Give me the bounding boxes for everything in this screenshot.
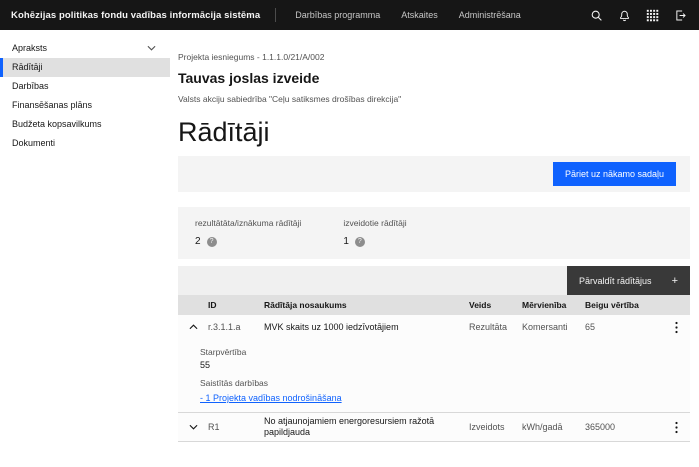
row-type: Izveidots: [469, 422, 522, 432]
project-title: Tauvas joslas izveide: [178, 71, 690, 86]
col-end-value: Beigu vērtība: [585, 300, 662, 310]
top-nav: Darbības programma Atskaites Administrēš…: [295, 10, 521, 20]
app-title: Kohēzijas politikas fondu vadības inform…: [11, 10, 260, 21]
nav-atskaites[interactable]: Atskaites: [401, 10, 438, 20]
chevron-up-icon[interactable]: [178, 324, 208, 330]
col-id: ID: [208, 300, 264, 310]
search-icon[interactable]: [590, 9, 603, 22]
top-header: Kohēzijas politikas fondu vadības inform…: [0, 0, 699, 30]
page-title: Rādītāji: [178, 117, 690, 147]
stats-band: rezultātāta/iznākuma rādītāji 2 ? izveid…: [178, 207, 690, 259]
sidebar-item-label: Darbības: [12, 82, 49, 91]
stat-created-indicators: izveidotie rādītāji 1 ?: [343, 218, 406, 259]
stat-result-indicators: rezultātāta/iznākuma rādītāji 2 ?: [195, 218, 301, 259]
nav-administresana[interactable]: Administrēšana: [459, 10, 521, 20]
sidebar-item-budzeta-kopsavilkums[interactable]: Budžeta kopsavilkums: [0, 115, 170, 134]
help-icon[interactable]: ?: [355, 237, 365, 247]
row-end-value: 365000: [585, 422, 662, 432]
col-name: Rādītāja nosaukums: [264, 300, 469, 310]
row-end-value: 65: [585, 322, 662, 332]
notifications-bell-icon[interactable]: [618, 9, 631, 22]
interim-value: 55: [200, 360, 690, 370]
stat-label: rezultātāta/iznākuma rādītāji: [195, 218, 301, 228]
row-unit: kWh/gadā: [522, 422, 585, 432]
sidebar: Apraksts Rādītāji Darbības Finansēšanas …: [0, 30, 170, 467]
sidebar-item-label: Dokumenti: [12, 139, 55, 148]
sidebar-item-finansesanas-plans[interactable]: Finansēšanas plāns: [0, 96, 170, 115]
table-row: R1 No atjaunojamiem energoresursiem ražo…: [178, 412, 690, 442]
table-toolbar: Pārvaldīt rādītājus +: [178, 266, 690, 295]
related-action-link[interactable]: - 1 Projekta vadības nodrošināšana: [200, 393, 342, 403]
project-subtitle: Valsts akciju sabiedrība "Ceļu satiksmes…: [178, 94, 690, 104]
manage-indicators-label: Pārvaldīt rādītājus: [579, 276, 652, 286]
table-row: r.3.1.1.a MVK skaits uz 1000 iedzīvotāji…: [178, 315, 690, 339]
sidebar-item-label: Finansēšanas plāns: [12, 101, 92, 110]
kebab-menu-icon[interactable]: [662, 321, 690, 334]
row-unit: Komersanti: [522, 322, 585, 332]
action-band: Pāriet uz nākamo sadaļu: [178, 156, 690, 192]
sidebar-item-darbibas[interactable]: Darbības: [0, 77, 170, 96]
manage-indicators-button[interactable]: Pārvaldīt rādītājus +: [567, 266, 690, 295]
stat-label: izveidotie rādītāji: [343, 218, 406, 228]
header-icons: [590, 9, 687, 22]
app-switcher-icon[interactable]: [646, 9, 659, 22]
stat-value: 1: [343, 236, 349, 247]
interim-value-label: Starpvērtība: [200, 347, 690, 357]
col-type: Veids: [469, 300, 522, 310]
sidebar-item-raditaji[interactable]: Rādītāji: [0, 58, 170, 77]
chevron-down-icon: [147, 44, 156, 53]
help-icon[interactable]: ?: [207, 237, 217, 247]
related-actions-label: Saistītās darbības: [200, 378, 690, 388]
stat-value: 2: [195, 236, 201, 247]
row-name: MVK skaits uz 1000 iedzīvotājiem: [264, 322, 469, 333]
sidebar-item-label: Apraksts: [12, 44, 47, 53]
next-section-button[interactable]: Pāriet uz nākamo sadaļu: [553, 162, 676, 186]
main-content: Projekta iesniegums - 1.1.1.0/21/A/002 T…: [170, 30, 699, 467]
breadcrumb: Projekta iesniegums - 1.1.1.0/21/A/002: [178, 52, 690, 62]
chevron-down-icon[interactable]: [178, 424, 208, 430]
nav-darbibas-programma[interactable]: Darbības programma: [295, 10, 380, 20]
sidebar-item-label: Budžeta kopsavilkums: [12, 120, 102, 129]
sidebar-item-label: Rādītāji: [12, 63, 43, 72]
row-id: r.3.1.1.a: [208, 322, 264, 332]
row-name: No atjaunojamiem energoresursiem ražotā …: [264, 416, 469, 438]
sidebar-item-dokumenti[interactable]: Dokumenti: [0, 134, 170, 153]
sidebar-item-apraksts[interactable]: Apraksts: [0, 39, 170, 58]
col-unit: Mērvienība: [522, 300, 585, 310]
row-type: Rezultāta: [469, 322, 522, 332]
kebab-menu-icon[interactable]: [662, 421, 690, 434]
row-id: R1: [208, 422, 264, 432]
table-header-row: ID Rādītāja nosaukums Veids Mērvienība B…: [178, 295, 690, 315]
row-expanded-detail: Starpvērtība 55 Saistītās darbības - 1 P…: [178, 339, 690, 412]
logout-icon[interactable]: [674, 9, 687, 22]
header-divider: [275, 8, 276, 22]
plus-icon: +: [672, 275, 678, 287]
